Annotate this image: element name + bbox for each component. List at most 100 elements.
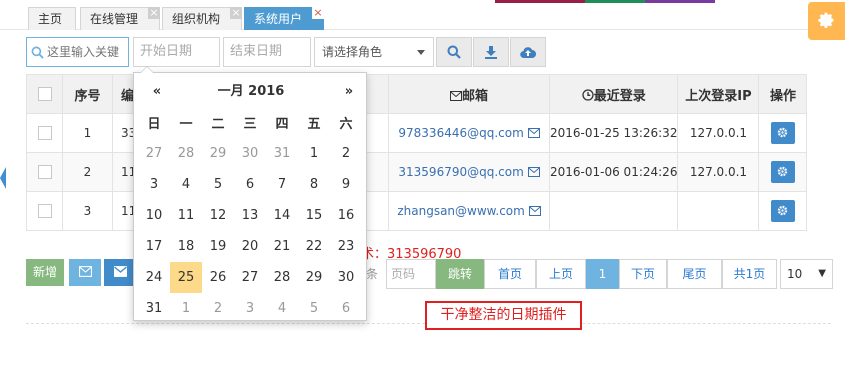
envelope-solid-icon	[113, 266, 127, 277]
datepicker-day[interactable]: 31	[138, 293, 170, 324]
datepicker-day[interactable]: 3	[234, 293, 266, 324]
datepicker-day[interactable]: 13	[234, 200, 266, 231]
email-link[interactable]: 978336446@qq.com	[398, 126, 523, 140]
cell-ip: 127.0.0.1	[677, 152, 760, 192]
datepicker-popup: « 一月 2016 » 日一二三四五六 27 28 29 30 31 1 2 3 4 5 6 7 8 9 1…	[133, 66, 367, 324]
column-header-email[interactable]: 邮箱	[388, 74, 550, 114]
cell-email: 313596790@qq.com	[388, 152, 550, 192]
caption-annotation: 干净整洁的日期插件	[425, 301, 582, 330]
first-page-button[interactable]: 首页	[484, 259, 536, 289]
email-all-button[interactable]	[104, 259, 136, 286]
tab-home[interactable]: 主页	[28, 7, 76, 30]
datepicker-day[interactable]: 15	[298, 200, 330, 231]
datepicker-day[interactable]: 27	[138, 138, 170, 169]
import-button[interactable]	[510, 37, 546, 67]
row-checkbox[interactable]	[37, 126, 52, 141]
datepicker-day[interactable]: 12	[202, 200, 234, 231]
datepicker-day[interactable]: 27	[234, 262, 266, 293]
page-number-input[interactable]: 页码	[386, 259, 436, 289]
envelope-icon	[527, 167, 540, 177]
next-page-button[interactable]: 下页	[619, 259, 667, 289]
search-input[interactable]	[47, 45, 125, 59]
last-page-button[interactable]: 尾页	[667, 259, 722, 289]
select-all-checkbox[interactable]	[37, 87, 52, 101]
datepicker-day[interactable]: 4	[170, 169, 202, 200]
datepicker-day-today[interactable]: 25	[170, 262, 202, 293]
datepicker-day[interactable]: 2	[330, 138, 362, 169]
prev-page-button[interactable]: 上页	[536, 259, 586, 289]
datepicker-day[interactable]: 14	[266, 200, 298, 231]
cell-last-login: 2016-01-06 01:24:26	[548, 152, 679, 192]
datepicker-day[interactable]: 5	[202, 169, 234, 200]
row-checkbox[interactable]	[37, 204, 52, 219]
datepicker-day[interactable]: 7	[266, 169, 298, 200]
datepicker-day[interactable]: 29	[298, 262, 330, 293]
end-date-placeholder: 结束日期	[230, 44, 283, 59]
column-header-seq[interactable]: 序号	[62, 74, 113, 114]
datepicker-day[interactable]: 28	[170, 138, 202, 169]
datepicker-day[interactable]: 3	[138, 169, 170, 200]
datepicker-week-row: 31 1 2 3 4 5 6	[138, 293, 362, 324]
clock-icon	[582, 88, 594, 101]
datepicker-day[interactable]: 30	[234, 138, 266, 169]
column-header-last-login-label: 最近登录	[593, 88, 646, 104]
datepicker-day[interactable]: 28	[266, 262, 298, 293]
role-select[interactable]: 请选择角色	[314, 37, 434, 67]
datepicker-day[interactable]: 17	[138, 231, 170, 262]
search-input-wrapper[interactable]	[26, 37, 129, 67]
add-button[interactable]: 新增	[26, 259, 64, 286]
datepicker-day[interactable]: 5	[298, 293, 330, 324]
email-selected-button[interactable]	[69, 259, 101, 286]
row-settings-button[interactable]	[770, 122, 795, 144]
search-button[interactable]	[436, 37, 472, 67]
datepicker-day[interactable]: 20	[234, 231, 266, 262]
datepicker-day[interactable]: 6	[330, 293, 362, 324]
datepicker-next-button[interactable]: »	[334, 77, 364, 107]
top-stripe	[0, 0, 845, 3]
row-checkbox[interactable]	[37, 165, 52, 180]
datepicker-day[interactable]: 24	[138, 262, 170, 293]
datepicker-month-title[interactable]: 一月 2016	[168, 77, 334, 107]
start-date-input[interactable]: 开始日期	[133, 37, 220, 67]
email-link[interactable]: zhangsan@www.com	[397, 204, 524, 218]
datepicker-day[interactable]: 18	[170, 231, 202, 262]
column-header-last-ip[interactable]: 上次登录IP	[677, 74, 760, 114]
go-to-page-button[interactable]: 跳转	[436, 259, 484, 289]
datepicker-day[interactable]: 8	[298, 169, 330, 200]
datepicker-day[interactable]: 30	[330, 262, 362, 293]
datepicker-day[interactable]: 23	[330, 231, 362, 262]
column-header-last-login[interactable]: 最近登录	[548, 74, 679, 114]
datepicker-day[interactable]: 2	[202, 293, 234, 324]
tab-close-icon[interactable]: ×	[230, 7, 242, 19]
tab-close-icon[interactable]: ×	[148, 7, 160, 19]
datepicker-day[interactable]: 16	[330, 200, 362, 231]
datepicker-day[interactable]: 26	[202, 262, 234, 293]
page-size-select[interactable]: 10 ▼	[780, 259, 833, 289]
sidebar-toggle-arrow[interactable]	[0, 167, 6, 189]
settings-gear-button[interactable]	[808, 2, 845, 40]
row-settings-button[interactable]	[770, 200, 795, 222]
datepicker-day[interactable]: 22	[298, 231, 330, 262]
datepicker-day[interactable]: 29	[202, 138, 234, 169]
datepicker-day[interactable]: 10	[138, 200, 170, 231]
datepicker-day[interactable]: 4	[266, 293, 298, 324]
tab-online-management[interactable]: 在线管理 ×	[80, 7, 160, 30]
row-settings-button[interactable]	[770, 161, 795, 183]
end-date-input[interactable]: 结束日期	[223, 37, 311, 67]
datepicker-day[interactable]: 31	[266, 138, 298, 169]
datepicker-day[interactable]: 11	[170, 200, 202, 231]
datepicker-day[interactable]: 1	[170, 293, 202, 324]
tab-organization[interactable]: 组织机构 ×	[162, 7, 242, 30]
export-button[interactable]	[473, 37, 509, 67]
tab-close-icon[interactable]: ×	[312, 7, 324, 19]
email-link[interactable]: 313596790@qq.com	[398, 165, 523, 179]
tab-system-users[interactable]: 系统用户 ×	[244, 7, 324, 30]
datepicker-day[interactable]: 6	[234, 169, 266, 200]
datepicker-calendar: 日一二三四五六 27 28 29 30 31 1 2 3 4 5 6 7 8 9 10 11 12 13 14 15 1…	[138, 107, 362, 324]
datepicker-day[interactable]: 19	[202, 231, 234, 262]
weekday-label: 日	[147, 117, 161, 132]
datepicker-day[interactable]: 21	[266, 231, 298, 262]
datepicker-day[interactable]: 1	[298, 138, 330, 169]
current-page-button[interactable]: 1	[586, 259, 619, 289]
datepicker-day[interactable]: 9	[330, 169, 362, 200]
